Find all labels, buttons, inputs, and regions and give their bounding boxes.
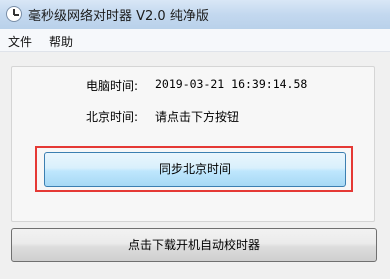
menu-file[interactable]: 文件 <box>8 33 32 50</box>
download-auto-sync-button[interactable]: 点击下载开机自动校时器 <box>11 228 377 262</box>
clock-icon <box>6 6 22 22</box>
app-window: 毫秒级网络对时器 V2.0 纯净版 文件 帮助 电脑时间: 2019-03-21… <box>0 0 390 279</box>
computer-time-value: 2019-03-21 16:39:14.58 <box>155 77 308 91</box>
beijing-time-value: 请点击下方按钮 <box>155 110 240 124</box>
window-title: 毫秒级网络对时器 V2.0 纯净版 <box>28 9 209 24</box>
computer-time-label: 电脑时间: <box>86 79 139 93</box>
title-bar[interactable]: 毫秒级网络对时器 V2.0 纯净版 <box>0 0 390 29</box>
sync-beijing-time-button[interactable]: 同步北京时间 <box>44 152 346 187</box>
menu-bar: 文件 帮助 <box>0 29 390 52</box>
menu-help[interactable]: 帮助 <box>49 33 73 50</box>
beijing-time-label: 北京时间: <box>86 110 139 124</box>
